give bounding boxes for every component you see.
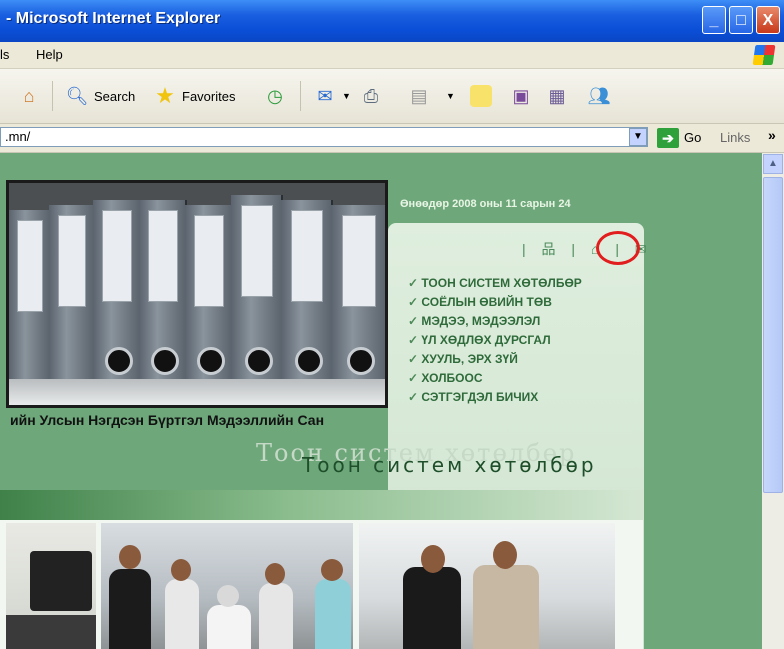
home-button[interactable]: ⌂ [16, 81, 42, 111]
divider: | [571, 241, 576, 257]
mail-highlight-circle [596, 231, 640, 265]
messenger-button[interactable]: ▦ [544, 81, 570, 111]
sitemap-icon[interactable]: 品 [542, 241, 556, 257]
mail-button[interactable]: ✉ ▼ [312, 81, 351, 111]
menu-bar: ls Help [0, 42, 784, 69]
vertical-scrollbar[interactable]: ▲ [762, 153, 784, 649]
note-icon [470, 85, 492, 107]
go-button[interactable]: Go [684, 130, 701, 145]
print-button[interactable]: ⎙ [358, 81, 384, 111]
toolbar: ⌂ 🔍︎ Search ★ Favorites ◷ ✉ ▼ ⎙ ▤ ▼ ▣ ▦ … [0, 69, 784, 124]
address-bar: .mn/ ▼ ➔ Go Links » [0, 124, 784, 153]
search-icon: 🔍︎ [65, 86, 89, 106]
current-date: Өнөөдөр 2008 оны 11 сарын 24 [400, 198, 571, 210]
research-button[interactable]: ▣ [508, 81, 534, 111]
history-button[interactable]: ◷ [262, 81, 288, 111]
green-band [0, 490, 643, 520]
book-icon: ▦ [548, 86, 566, 106]
menu-item-digital-program[interactable]: ТООН СИСТЕМ ХӨТӨЛБӨР [408, 274, 581, 293]
menu-tools[interactable]: ls [0, 47, 9, 62]
menu-item-monuments[interactable]: ҮЛ ХӨДЛӨХ ДУРСГАЛ [408, 331, 582, 350]
history-icon: ◷ [267, 86, 283, 106]
notes-button[interactable] [470, 81, 492, 111]
separator [300, 81, 301, 111]
menu-item-heritage-center[interactable]: СОЁЛЫН ӨВИЙН ТӨВ [408, 293, 582, 312]
mail-icon: ✉ [317, 86, 333, 106]
search-label: Search [94, 88, 136, 104]
dropdown-arrow-icon: ▼ [342, 91, 351, 101]
scroll-up-button[interactable]: ▲ [763, 154, 783, 174]
maximize-button[interactable]: □ [729, 6, 753, 34]
contacts-button[interactable]: 👥︎ [586, 81, 612, 111]
gallery-photo-group [101, 523, 353, 649]
photo-caption: ийн Улсын Нэгдсэн Бүртгэл Мэдээллийн Сан [10, 412, 325, 428]
window-title: - Microsoft Internet Explorer [6, 10, 221, 27]
favorites-button[interactable]: ★ Favorites [152, 81, 235, 111]
favorites-label: Favorites [182, 88, 236, 104]
separator [52, 81, 53, 111]
star-icon: ★ [155, 83, 175, 108]
address-dropdown-button[interactable]: ▼ [629, 128, 647, 146]
home-icon: ⌂ [23, 86, 35, 106]
go-arrow-icon[interactable]: ➔ [657, 128, 679, 148]
gallery-photo-meeting [359, 523, 615, 649]
printer-icon: ⎙ [363, 86, 379, 106]
address-input[interactable]: .mn/ [0, 127, 648, 147]
links-label[interactable]: Links [720, 130, 750, 145]
minimize-button[interactable]: _ [702, 6, 726, 34]
edit-icon: ▤ [410, 86, 428, 106]
menu-item-law[interactable]: ХУУЛЬ, ЭРХ ЗҮЙ [408, 350, 582, 369]
gallery-photo-computer [6, 523, 96, 649]
menu-help[interactable]: Help [36, 47, 63, 62]
windows-logo-icon [752, 45, 776, 65]
menu-item-links[interactable]: ХОЛБООС [408, 369, 582, 388]
scroll-thumb[interactable] [763, 177, 783, 493]
divider: | [522, 241, 526, 257]
dropdown-arrow-icon: ▼ [446, 91, 455, 101]
links-chevron-icon[interactable]: » [768, 127, 776, 143]
search-button[interactable]: 🔍︎ Search [64, 81, 136, 111]
menu-item-news[interactable]: МЭДЭЭ, МЭДЭЭЛЭЛ [408, 312, 582, 331]
edit-button[interactable]: ▤ ▼ [406, 81, 455, 111]
research-icon: ▣ [512, 86, 530, 106]
people-icon: 👥︎ [587, 86, 611, 106]
close-button[interactable]: X [756, 6, 780, 34]
site-menu: ТООН СИСТЕМ ХӨТӨЛБӨР СОЁЛЫН ӨВИЙН ТӨВ МЭ… [408, 274, 582, 407]
menu-item-feedback[interactable]: СЭТГЭГДЭЛ БИЧИХ [408, 388, 582, 407]
page-content: Өнөөдөр 2008 оны 11 сарын 24 | 品 | ⌂ | ✉… [0, 153, 762, 649]
section-heading: Тоон систем хөтөлбөр [302, 453, 597, 477]
title-bar: - Microsoft Internet Explorer _ □ X [0, 0, 784, 42]
archive-binders-photo [6, 180, 388, 408]
